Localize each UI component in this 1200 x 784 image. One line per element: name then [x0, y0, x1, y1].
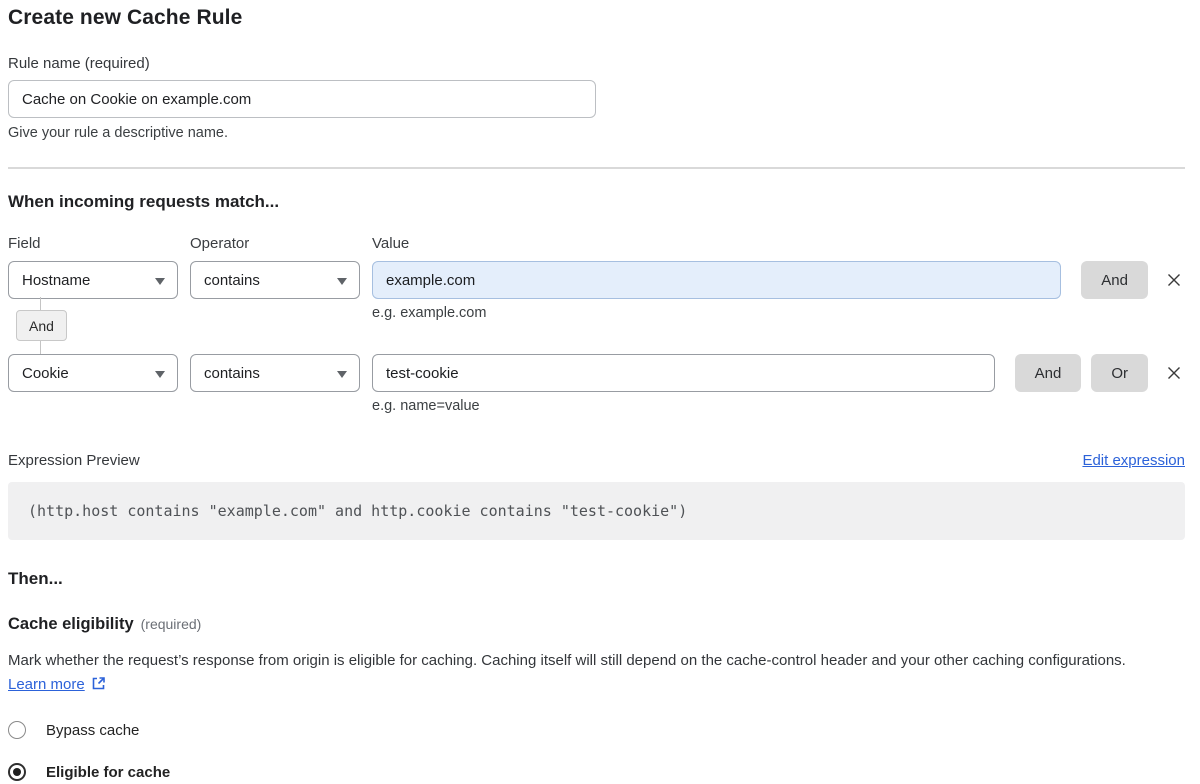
radio-option-bypass-cache[interactable]: Bypass cache — [8, 721, 1185, 739]
expression-preview-code: (http.host contains "example.com" and ht… — [8, 482, 1185, 540]
row-actions: And — [1071, 261, 1185, 299]
learn-more-link[interactable]: Learn more — [8, 676, 85, 693]
condition-row: Cookie contains e.g. name=value And Or — [8, 354, 1185, 414]
description-text: Mark whether the request’s response from… — [8, 652, 1126, 669]
operator-select[interactable]: contains — [190, 261, 360, 299]
value-hint: e.g. example.com — [372, 305, 1061, 321]
cache-eligibility-description: Mark whether the request’s response from… — [8, 649, 1163, 699]
value-column: e.g. example.com — [372, 261, 1061, 321]
rule-name-label: Rule name (required) — [8, 55, 1185, 72]
field-select[interactable]: Cookie — [8, 354, 178, 392]
value-hint: e.g. name=value — [372, 398, 995, 414]
operator-select[interactable]: contains — [190, 354, 360, 392]
field-select-value: Hostname — [22, 272, 90, 289]
match-heading: When incoming requests match... — [8, 192, 1185, 212]
rule-name-helper: Give your rule a descriptive name. — [8, 125, 1185, 141]
expression-header: Expression Preview Edit expression — [8, 452, 1185, 469]
external-link-icon — [91, 675, 106, 699]
and-button[interactable]: And — [1015, 354, 1082, 392]
row-actions: And Or — [1005, 354, 1185, 392]
connector-line — [40, 297, 41, 310]
section-divider — [8, 167, 1185, 169]
or-button[interactable]: Or — [1091, 354, 1148, 392]
condition-row: Hostname contains e.g. example.com And — [8, 261, 1185, 321]
close-icon — [1165, 364, 1183, 382]
required-tag: (required) — [141, 616, 202, 632]
chevron-down-icon — [337, 278, 347, 285]
then-heading: Then... — [8, 569, 1185, 589]
close-icon — [1165, 271, 1183, 289]
page-title: Create new Cache Rule — [8, 6, 1185, 30]
value-input[interactable] — [372, 261, 1061, 299]
field-select[interactable]: Hostname — [8, 261, 178, 299]
radio-unselected-icon[interactable] — [8, 721, 26, 739]
radio-label: Bypass cache — [46, 722, 139, 739]
chevron-down-icon — [337, 371, 347, 378]
rule-name-section: Rule name (required) Give your rule a de… — [8, 55, 1185, 141]
rule-name-input[interactable] — [8, 80, 596, 118]
chevron-down-icon — [155, 278, 165, 285]
and-button[interactable]: And — [1081, 261, 1148, 299]
value-column: e.g. name=value — [372, 354, 995, 414]
condition-column-headers: Field Operator Value — [8, 235, 1185, 252]
radio-dot — [13, 768, 21, 776]
value-input[interactable] — [372, 354, 995, 392]
radio-option-eligible-for-cache[interactable]: Eligible for cache — [8, 763, 1185, 781]
expression-preview-label: Expression Preview — [8, 452, 140, 469]
create-cache-rule-form: Create new Cache Rule Rule name (require… — [8, 6, 1185, 781]
radio-label: Eligible for cache — [46, 764, 170, 781]
operator-column-label: Operator — [190, 235, 360, 252]
cache-eligibility-title: Cache eligibility — [8, 615, 134, 634]
operator-select-value: contains — [204, 365, 260, 382]
cache-eligibility-heading: Cache eligibility (required) — [8, 615, 1185, 634]
field-select-value: Cookie — [22, 365, 69, 382]
remove-condition-button[interactable] — [1163, 269, 1185, 291]
field-column-label: Field — [8, 235, 178, 252]
condition-connector: And — [8, 297, 68, 354]
value-column-label: Value — [372, 235, 1185, 252]
operator-select-value: contains — [204, 272, 260, 289]
connector-and-button[interactable]: And — [16, 310, 67, 341]
remove-condition-button[interactable] — [1163, 362, 1185, 384]
connector-line — [40, 341, 41, 354]
edit-expression-link[interactable]: Edit expression — [1082, 452, 1185, 469]
radio-selected-icon[interactable] — [8, 763, 26, 781]
chevron-down-icon — [155, 371, 165, 378]
